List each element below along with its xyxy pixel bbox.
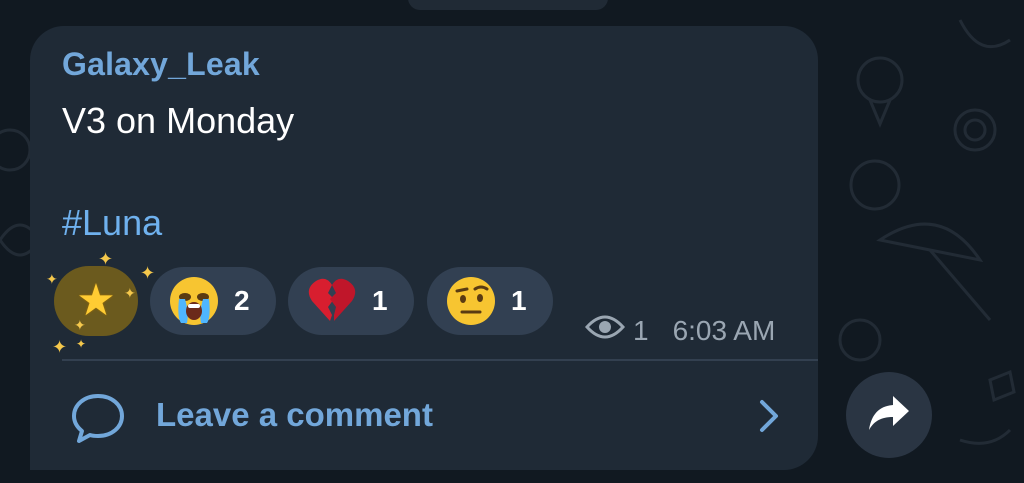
- leave-comment-label: Leave a comment: [156, 396, 433, 433]
- share-button[interactable]: [846, 372, 932, 458]
- reaction-count: 1: [511, 285, 527, 316]
- sparkle-icon: ✦: [46, 271, 58, 287]
- broken-heart-icon: [306, 275, 358, 327]
- reaction-star[interactable]: ★: [54, 266, 138, 336]
- sparkle-icon: ✦: [98, 249, 114, 269]
- eye-icon: [584, 314, 626, 347]
- message-time: 6:03 AM: [672, 314, 776, 346]
- sparkle-icon: ✦: [76, 337, 87, 351]
- sparkle-icon: ✦: [124, 285, 136, 301]
- hashtag-link[interactable]: #Luna: [62, 202, 162, 244]
- sparkle-icon: ✦: [52, 337, 68, 357]
- raised-eyebrow-face-icon: [445, 275, 497, 327]
- date-pill: [408, 0, 608, 10]
- message-meta: 1 6:03 AM: [584, 314, 776, 347]
- leave-comment-button[interactable]: Leave a comment: [30, 362, 818, 470]
- view-count: 1: [633, 314, 649, 346]
- reaction-broken-heart[interactable]: 1: [288, 267, 414, 335]
- sparkle-icon: ✦: [140, 263, 156, 283]
- crying-face-icon: [168, 275, 220, 327]
- chevron-right-icon: [756, 398, 784, 434]
- message-text: V3 on Monday: [62, 100, 295, 141]
- reaction-count: 2: [234, 285, 250, 316]
- reaction-count: 1: [372, 285, 388, 316]
- reaction-crying[interactable]: 2: [150, 267, 276, 335]
- comment-bubble-icon: [70, 390, 126, 446]
- sparkle-icon: ✦: [74, 317, 86, 333]
- share-arrow-icon: [867, 394, 911, 437]
- message-author[interactable]: Galaxy_Leak: [62, 46, 260, 83]
- reaction-raised-eyebrow[interactable]: 1: [427, 267, 553, 335]
- comment-divider: [62, 359, 818, 361]
